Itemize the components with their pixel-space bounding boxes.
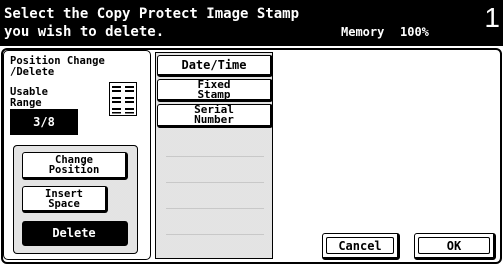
serial-number-label-2: Number — [194, 113, 234, 126]
cancel-button[interactable]: Cancel — [322, 233, 400, 260]
memory-label: Memory — [341, 25, 385, 39]
empty-slot-divider — [166, 182, 264, 183]
instruction-line-2: you wish to delete. — [4, 24, 165, 40]
panel-title-line-2: /Delete — [10, 66, 55, 78]
date-time-label: Date/Time — [181, 58, 247, 72]
ok-button-inner: OK — [418, 237, 490, 254]
empty-slot-divider — [166, 234, 264, 235]
cancel-label: Cancel — [338, 238, 382, 253]
usable-range-line-2: Range — [10, 97, 42, 109]
fixed-stamp-label-2: Stamp — [197, 87, 231, 101]
stamp-item-date-time[interactable]: Date/Time — [157, 55, 273, 77]
instruction-line-1: Select the Copy Protect Image Stamp — [4, 6, 300, 22]
ok-label: OK — [446, 238, 462, 253]
insert-space-label-2: Space — [48, 197, 80, 210]
position-action-group: Change Position Insert Space Delete — [13, 145, 138, 254]
page-number: 1 — [484, 2, 500, 33]
stamp-layout-icon — [109, 82, 137, 116]
stamp-list: Date/Time Fixed Stamp Serial Number — [155, 52, 273, 259]
change-position-label-2: Position — [48, 164, 100, 176]
memory-value: 100% — [400, 25, 429, 39]
empty-slot-divider — [166, 156, 264, 157]
change-position-button[interactable]: Change Position — [22, 152, 128, 180]
usable-range-count: 3/8 — [10, 109, 78, 135]
insert-space-label-1: Insert — [45, 187, 83, 200]
message-header: Select the Copy Protect Image Stamp you … — [0, 0, 503, 46]
delete-label: Delete — [52, 225, 96, 240]
ok-button[interactable]: OK — [414, 233, 496, 260]
empty-slot-divider — [166, 208, 264, 209]
stamp-item-serial-number[interactable]: Serial Number — [157, 104, 273, 128]
position-change-panel: Position Change /Delete Usable Range 3/8… — [3, 50, 151, 260]
usable-range-label: Usable Range — [10, 87, 48, 109]
panel-title: Position Change /Delete — [10, 56, 105, 78]
cancel-button-inner: Cancel — [326, 237, 394, 254]
delete-button[interactable]: Delete — [22, 221, 128, 246]
insert-space-button[interactable]: Insert Space — [22, 186, 108, 213]
stamp-item-fixed-stamp[interactable]: Fixed Stamp — [157, 79, 273, 102]
